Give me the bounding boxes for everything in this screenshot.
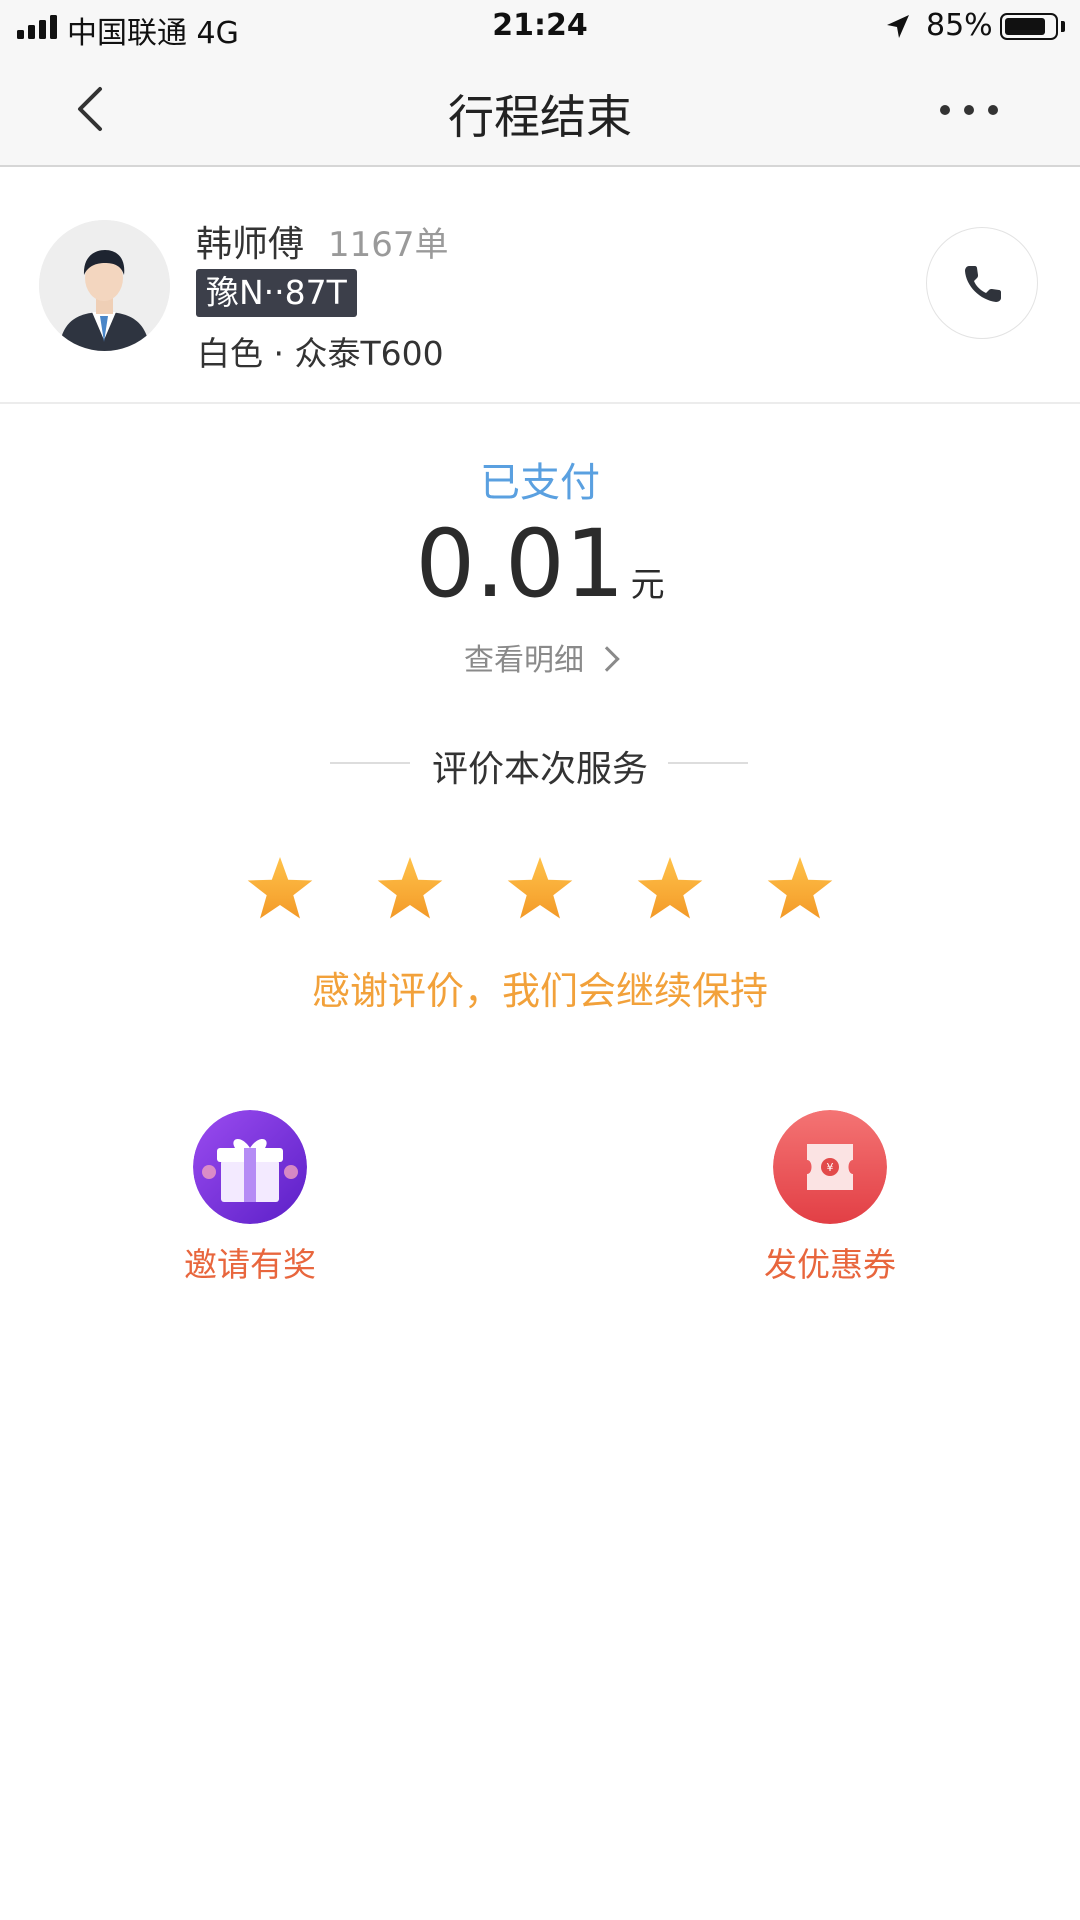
payment-amount: 0.01 — [415, 510, 625, 619]
view-details-label: 查看明细 — [464, 643, 584, 678]
location-arrow-icon — [887, 15, 909, 38]
coupon-icon: ¥ — [773, 1110, 887, 1224]
svg-text:¥: ¥ — [827, 1161, 834, 1174]
star-icon[interactable] — [505, 855, 575, 925]
star-icon[interactable] — [245, 855, 315, 925]
phone-icon — [965, 266, 1001, 302]
rating-title: 评价本次服务 — [431, 749, 648, 790]
status-time: 21:24 — [492, 8, 588, 43]
star-icon[interactable] — [635, 855, 705, 925]
rating-thanks: 感谢评价，我们会继续保持 — [311, 969, 768, 1013]
payment-status: 已支付 — [480, 460, 600, 506]
order-count: 1167单 — [328, 225, 449, 265]
page-title: 行程结束 — [448, 90, 632, 144]
divider-right — [668, 762, 748, 764]
more-dots-icon[interactable] — [930, 79, 1010, 139]
car-info: 白色 · 众泰T600 — [197, 334, 444, 373]
currency-label: 元 — [630, 565, 665, 605]
star-rating — [0, 855, 1080, 935]
driver-avatar — [39, 220, 170, 351]
driver-card: 韩师傅 1167单 豫N‧‧87T 白色 · 众泰T600 — [0, 167, 1080, 404]
amount-row: 0.01 元 — [0, 510, 1080, 619]
invite-reward-label: 邀请有奖 — [184, 1245, 316, 1284]
view-details-link[interactable]: 查看明细 — [0, 635, 1080, 679]
license-plate: 豫N‧‧87T — [196, 269, 357, 317]
nav-bar: 行程结束 — [0, 55, 1080, 167]
battery-cap — [1061, 21, 1065, 32]
battery-percent: 85% — [926, 8, 993, 43]
call-driver-button[interactable] — [926, 227, 1038, 339]
gift-icon — [193, 1110, 307, 1224]
send-coupon-label: 发优惠券 — [764, 1245, 896, 1284]
status-bar: 中国联通 4G 21:24 85% — [0, 0, 1080, 55]
driver-name: 韩师傅 — [196, 224, 305, 265]
chevron-right-icon — [594, 645, 620, 672]
battery-icon — [1000, 13, 1058, 40]
star-icon[interactable] — [765, 855, 835, 925]
star-icon[interactable] — [375, 855, 445, 925]
